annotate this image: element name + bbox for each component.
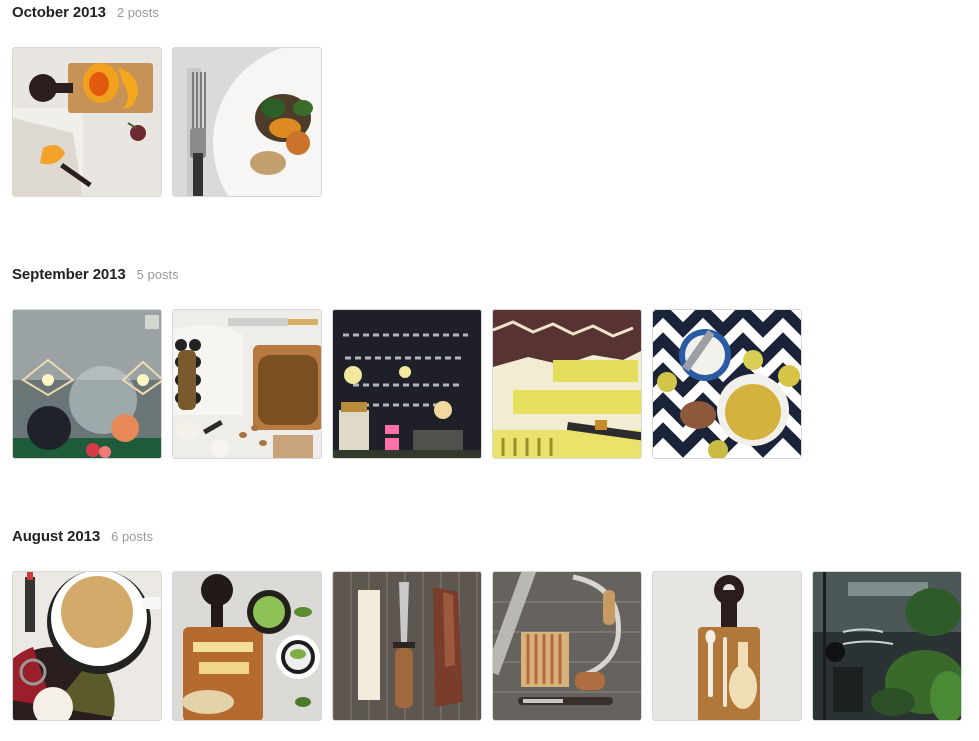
post-count: 5 posts xyxy=(136,267,179,282)
month-title[interactable]: August 2013 xyxy=(12,528,100,545)
photo-image xyxy=(493,310,641,458)
month-header: August 2013 6 posts xyxy=(12,528,972,550)
photo-image xyxy=(13,310,161,458)
post-count: 2 posts xyxy=(116,5,159,20)
pumpkin-cutting-board-photo[interactable] xyxy=(12,47,162,197)
fork-salad-plate-photo[interactable] xyxy=(172,47,322,197)
photo-image xyxy=(173,310,321,458)
month-title[interactable]: September 2013 xyxy=(12,266,126,283)
chalkboard-saturday-window-photo[interactable] xyxy=(332,309,482,459)
yellow-poster-print-photo[interactable] xyxy=(492,309,642,459)
cutting-board-snacks-photo[interactable] xyxy=(172,571,322,721)
month-title[interactable]: October 2013 xyxy=(12,4,106,21)
board-with-spoons-photo[interactable] xyxy=(652,571,802,721)
cafe-window-plants-photo[interactable] xyxy=(812,571,962,721)
coffee-cup-top-view-photo[interactable] xyxy=(12,571,162,721)
photo-image xyxy=(653,310,801,458)
post-count: 6 posts xyxy=(111,529,154,544)
month-section-september-2013: September 2013 5 posts xyxy=(12,266,812,459)
carving-tools-drill-photo[interactable] xyxy=(492,571,642,721)
photo-image xyxy=(173,48,321,196)
zigzag-bowl-soup-photo[interactable] xyxy=(652,309,802,459)
bread-board-almonds-photo[interactable] xyxy=(172,309,322,459)
photo-image xyxy=(13,572,161,720)
photo-image xyxy=(13,48,161,196)
month-header: October 2013 2 posts xyxy=(12,4,332,26)
knife-sheath-wood-photo[interactable] xyxy=(332,571,482,721)
month-section-october-2013: October 2013 2 posts xyxy=(12,4,332,197)
photo-image xyxy=(813,572,961,720)
photo-image xyxy=(173,572,321,720)
photo-image xyxy=(653,572,801,720)
month-section-august-2013: August 2013 6 posts xyxy=(12,528,972,721)
photo-image xyxy=(493,572,641,720)
photo-image xyxy=(333,572,481,720)
photo-image xyxy=(333,310,481,458)
window-display-lamps-photo[interactable] xyxy=(12,309,162,459)
month-header: September 2013 5 posts xyxy=(12,266,812,288)
